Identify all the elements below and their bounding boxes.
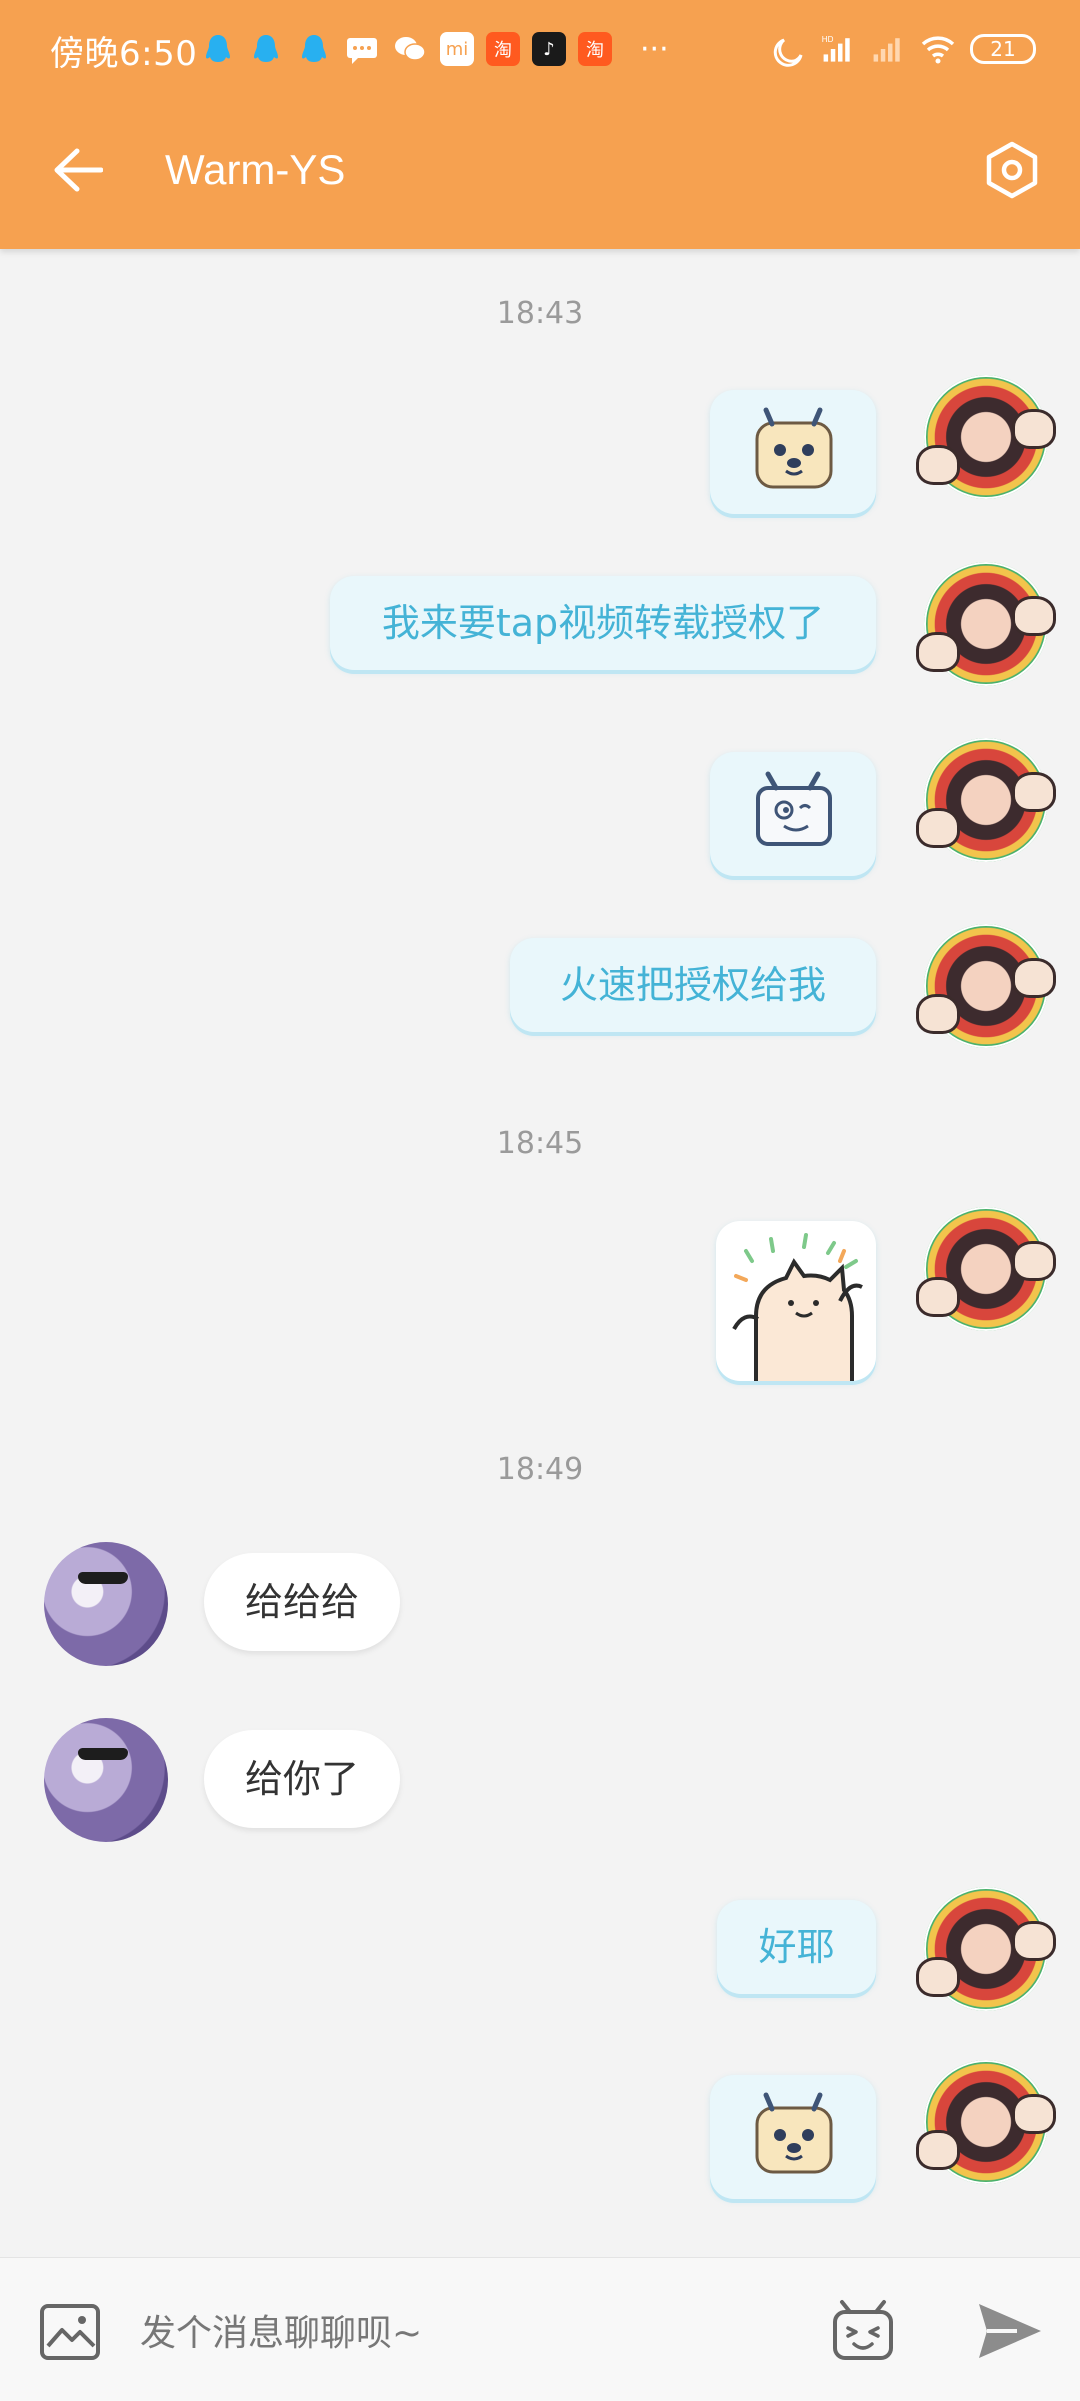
my-avatar[interactable] [916, 738, 1056, 862]
my-avatar[interactable] [916, 1207, 1056, 1331]
image-picker-button[interactable] [38, 2300, 102, 2364]
sticker-message[interactable] [710, 2075, 876, 2199]
chat-message-list[interactable]: 18:43 我来要tap视频转载授权了 火速把授权给我 18:45 18:49 … [0, 249, 1080, 2257]
status-app-icons: mi 淘 ♪ 淘 ··· [200, 28, 669, 70]
qq-icon [206, 35, 230, 62]
wechat-icon [395, 37, 426, 61]
my-avatar[interactable] [916, 375, 1056, 499]
sticker-message[interactable] [710, 390, 876, 514]
more-notifications-icon: ··· [640, 31, 669, 67]
my-avatar[interactable] [916, 2060, 1056, 2184]
my-avatar[interactable] [916, 562, 1056, 686]
signal-weak-icon [873, 38, 900, 62]
settings-button[interactable] [980, 138, 1044, 202]
my-message-bubble[interactable]: 我来要tap视频转载授权了 [330, 576, 876, 670]
input-bar: 发个消息聊聊呗~ [0, 2257, 1080, 2401]
settings-hexagon-icon [986, 141, 1038, 199]
send-icon [979, 2304, 1041, 2358]
chat-title: Warm-YS [165, 146, 346, 193]
taobao-icon: 淘 [486, 32, 520, 66]
tiktok-icon: ♪ [532, 32, 566, 66]
tv-emoji-icon [833, 2300, 893, 2360]
my-avatar[interactable] [916, 1887, 1056, 2011]
status-time: 傍晚6:50 [50, 34, 198, 74]
message-icon [347, 38, 377, 64]
contact-avatar[interactable] [44, 1542, 168, 1666]
my-avatar[interactable] [916, 924, 1056, 1048]
timestamp: 18:49 [496, 1452, 584, 1487]
mi-store-icon: mi [440, 32, 474, 66]
battery-indicator: 21 [970, 34, 1036, 64]
moon-icon [773, 38, 803, 67]
contact-message-bubble[interactable]: 给给给 [204, 1553, 400, 1651]
image-icon [40, 2304, 100, 2360]
tv-smile-sticker [756, 771, 832, 846]
tv-dog-sticker [755, 2092, 833, 2174]
status-right: HD 21 [770, 28, 1036, 70]
my-message-bubble[interactable]: 好耶 [717, 1900, 876, 1994]
sticker-message[interactable] [710, 752, 876, 876]
my-message-bubble[interactable]: 火速把授权给我 [510, 938, 876, 1032]
qq-icon [254, 35, 278, 62]
wifi-icon [921, 36, 955, 64]
top-bar: 傍晚6:50 mi 淘 ♪ 淘 ··· HD 21 Warm-YS [0, 0, 1080, 249]
contact-message-bubble[interactable]: 给你了 [204, 1730, 400, 1828]
back-button[interactable] [48, 140, 108, 200]
sticker-message[interactable] [716, 1221, 876, 1381]
chat-header: Warm-YS [0, 96, 1080, 249]
svg-text:HD: HD [822, 35, 834, 44]
status-bar: 傍晚6:50 mi 淘 ♪ 淘 ··· HD 21 [0, 0, 1080, 96]
emoji-button[interactable] [830, 2298, 896, 2364]
happy-cat-sticker [732, 1233, 863, 1381]
taobao-icon: 淘 [578, 32, 612, 66]
signal-hd-icon: HD [822, 35, 850, 62]
contact-avatar[interactable] [44, 1718, 168, 1842]
send-button[interactable] [975, 2298, 1045, 2364]
tv-dog-sticker [755, 407, 833, 489]
timestamp: 18:45 [496, 1126, 584, 1161]
message-input[interactable]: 发个消息聊聊呗~ [140, 2298, 780, 2362]
qq-icon [302, 35, 326, 62]
arrow-left-icon [54, 148, 103, 192]
timestamp: 18:43 [496, 296, 584, 331]
